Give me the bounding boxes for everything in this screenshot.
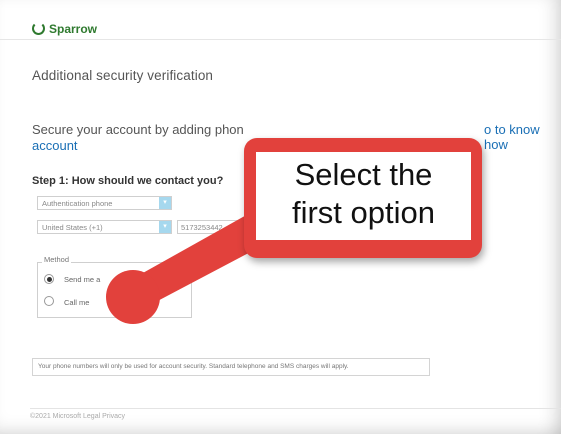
footer-text: ©2021 Microsoft Legal Privacy	[30, 413, 126, 420]
radio-send-text[interactable]	[44, 274, 54, 284]
sparrow-logo-icon	[32, 22, 45, 35]
method-legend: Method	[42, 255, 72, 264]
annotation-text: Select the first option	[256, 152, 471, 240]
annotation-line-2: first option	[291, 195, 435, 230]
annotation-line-1: Select the	[294, 157, 433, 192]
chevron-down-icon: ▾	[159, 221, 171, 233]
auth-method-select[interactable]: Authentication phone ▾	[37, 196, 172, 210]
logo: Sparrow	[32, 22, 97, 35]
step-title: Step 1: How should we contact you?	[32, 175, 224, 187]
learn-more-link[interactable]: o to know how	[484, 122, 561, 152]
radio-call-me-label[interactable]: Call me	[64, 298, 89, 307]
radio-send-text-label[interactable]: Send me a	[64, 275, 100, 284]
logo-text: Sparrow	[49, 21, 98, 36]
radio-call-me[interactable]	[44, 296, 54, 306]
country-select[interactable]: United States (+1) ▾	[37, 220, 172, 234]
header: Sparrow	[0, 0, 561, 40]
auth-method-value: Authentication phone	[42, 199, 113, 208]
intro-line-1: Secure your account by adding phon	[32, 122, 244, 137]
chevron-down-icon: ▾	[159, 197, 171, 209]
screenshot: Sparrow Additional security verification…	[0, 0, 561, 434]
page-title: Additional security verification	[32, 68, 214, 83]
country-value: United States (+1)	[42, 223, 103, 232]
privacy-notice: Your phone numbers will only be used for…	[32, 358, 430, 376]
phone-number-input[interactable]: 5173253442	[177, 220, 237, 234]
method-fieldset	[37, 262, 192, 318]
footer-divider	[30, 408, 561, 409]
